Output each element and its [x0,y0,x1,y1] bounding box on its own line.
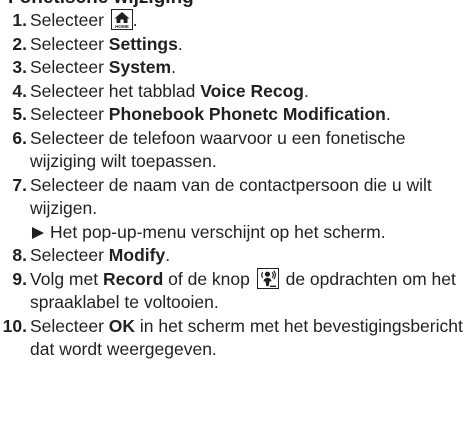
step-text-end: . [385,104,391,124]
result-arrow-icon [32,226,44,239]
step-keyword: System [108,57,172,77]
step-2: 2. Selecteer Settings. [0,33,476,57]
step-keyword: Phonebook Phonetc Modification [108,104,386,124]
step-text-end: . [165,245,171,265]
step-number: 3. [12,57,27,77]
step-number: 4. [12,80,27,101]
step-list: 1. Selecteer HOME . 2. Selecteer Setting… [0,9,476,362]
result-text: Het pop-up-menu verschijnt op het scherm… [50,221,386,242]
page-title: Fonetische wijziging [8,0,194,8]
step-number: 8. [12,245,27,265]
step-number: 1. [12,10,27,30]
step-text-end: . [177,33,183,54]
step-text-end: . [304,80,309,101]
step-text: Selecteer [30,245,109,265]
step-number: 2. [12,33,27,54]
step-text: Selecteer de naam van de contactpersoon … [30,174,432,219]
step-keyword: OK [108,315,136,336]
step-number: 9. [12,268,27,289]
step-keyword: Modify [108,245,166,265]
step-9: 9. Volg met Record of de knop de opdrach… [0,267,476,315]
step-number: 6. [12,127,27,148]
step-keyword: Record [102,268,164,289]
step-7: 7. Selecteer de naam van de contactperso… [0,174,476,245]
step-8: 8. Selecteer Modify. [0,244,476,268]
step-text: Volg met [30,268,103,289]
talk-button-icon [256,267,279,289]
step-3: 3. Selecteer System. [0,56,476,80]
step-text: Selecteer [30,57,109,77]
step-text: Selecteer [30,104,109,124]
step-6: 6. Selecteer de telefoon waarvoor u een … [0,127,476,174]
step-text: Selecteer [30,33,109,54]
step-keyword: Settings [108,33,178,54]
step-number: 5. [12,104,27,124]
step-1: 1. Selecteer HOME . [0,9,476,33]
step-text-mid: of de knop [163,268,255,289]
step-text-end: . [171,57,176,77]
step-result: Het pop-up-menu verschijnt op het scherm… [30,221,470,245]
step-number: 10. [2,315,27,336]
home-icon: HOME [110,9,133,30]
step-4: 4. Selecteer het tabblad Voice Recog. [0,80,476,104]
step-5: 5. Selecteer Phonebook Phonetc Modificat… [0,103,476,127]
step-text: Selecteer [30,315,109,336]
step-text-end: . [132,10,138,30]
step-text: Selecteer het tabblad [30,80,201,101]
home-icon-label: HOME [115,24,129,29]
step-text: Selecteer de telefoon waarvoor u een fon… [30,127,406,172]
step-text: Selecteer [30,10,109,30]
step-10: 10. Selecteer OK in het scherm met het b… [0,315,476,362]
step-number: 7. [12,174,27,195]
heading-clip: Fonetische wijziging [0,0,476,8]
step-keyword: Voice Recog [200,80,305,101]
